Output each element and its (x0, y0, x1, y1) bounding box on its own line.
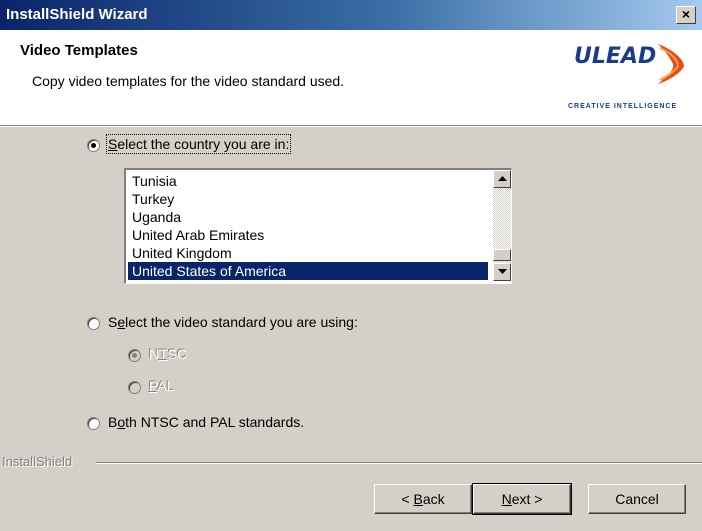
list-item[interactable]: Uganda (128, 208, 488, 226)
cancel-button[interactable]: Cancel (588, 484, 686, 514)
close-button[interactable]: × (676, 6, 696, 24)
country-label-text: elect the country you are in: (117, 136, 290, 152)
page-subtitle: Copy video templates for the video stand… (32, 73, 345, 89)
ntsc-radio-label: NTSC (149, 346, 187, 362)
list-item-selected[interactable]: United States of America (128, 262, 488, 280)
installshield-brand: InstallShield (2, 454, 73, 469)
back-label-rest: ack (422, 491, 445, 507)
back-mnemonic: B (413, 491, 423, 507)
footer-divider (96, 462, 702, 464)
country-radio-label[interactable]: Select the country you are in: (105, 134, 292, 154)
window-title: InstallShield Wizard (6, 6, 148, 23)
country-label-focus: Select the country you are in: (105, 134, 292, 154)
both-mnemonic: o (117, 414, 126, 430)
standard-label-text: lect the video standard you are using: (125, 314, 358, 330)
both-label-rest: th NTSC and PAL standards. (125, 414, 305, 430)
list-item[interactable]: United Arab Emirates (128, 226, 488, 244)
ulead-logo: ULEAD CREATIVE INTELLIGENCE (568, 42, 692, 122)
pal-radio-label: PAL (149, 378, 174, 394)
back-label-prefix: < (401, 491, 414, 507)
arrow-up-icon (497, 176, 507, 181)
pal-radio[interactable] (128, 381, 141, 394)
scroll-up-button[interactable] (493, 170, 511, 188)
ntsc-label-first: N (149, 346, 160, 362)
scroll-thumb[interactable] (493, 249, 511, 261)
standard-radio[interactable] (87, 317, 100, 330)
logo-tagline: CREATIVE INTELLIGENCE (568, 103, 678, 110)
list-item[interactable]: Turkey (128, 190, 488, 208)
wizard-header: Video Templates Copy video templates for… (0, 30, 702, 126)
country-listbox[interactable]: Tunisia Turkey Uganda United Arab Emirat… (124, 168, 512, 284)
scroll-down-button[interactable] (493, 263, 511, 281)
ntsc-label-rest: SC (167, 346, 188, 362)
standard-radio-label[interactable]: Select the video standard you are using: (108, 314, 358, 330)
both-radio-label[interactable]: Both NTSC and PAL standards. (108, 414, 304, 430)
next-mnemonic: N (501, 491, 512, 507)
list-item[interactable]: United Kingdom (128, 244, 488, 262)
both-radio[interactable] (87, 417, 100, 430)
close-icon: × (681, 6, 691, 22)
country-radio[interactable] (87, 139, 100, 152)
ntsc-mnemonic: T (159, 346, 168, 362)
standard-label-first: S (108, 314, 118, 330)
logo-wordmark: ULEAD (574, 44, 657, 69)
logo-swoosh-icon (658, 44, 684, 84)
arrow-down-icon (497, 269, 507, 274)
next-button[interactable]: Next > (472, 483, 572, 515)
header-divider (0, 126, 702, 127)
listbox-scrollbar[interactable] (493, 170, 511, 281)
country-list-items: Tunisia Turkey Uganda United Arab Emirat… (128, 172, 488, 280)
list-item[interactable]: Tunisia (128, 172, 488, 190)
next-label-rest: ext > (511, 491, 543, 507)
page-title: Video Templates (20, 42, 138, 59)
standard-mnemonic: e (117, 314, 126, 330)
both-label-first: B (108, 414, 118, 430)
country-mnemonic: S (108, 136, 118, 152)
back-button[interactable]: < Back (374, 484, 472, 514)
pal-label-rest: AL (157, 378, 175, 394)
ntsc-radio[interactable] (128, 349, 141, 362)
title-bar: InstallShield Wizard × (0, 0, 702, 30)
